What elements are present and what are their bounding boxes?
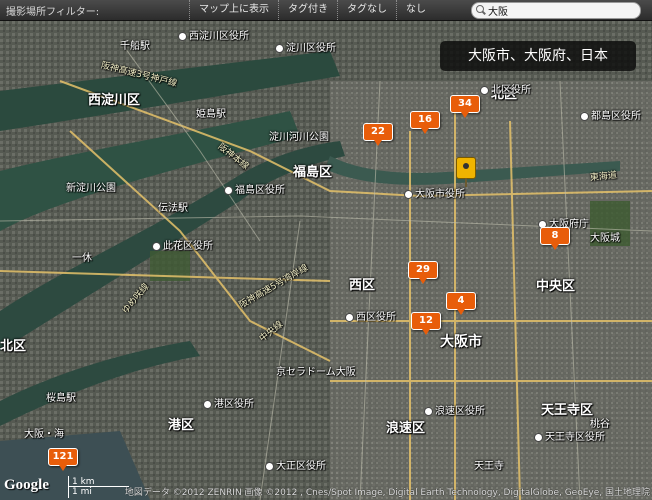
place-minato-ward: 港区	[168, 418, 195, 433]
search-box[interactable]	[471, 2, 641, 19]
place-denpo-station: 伝法駅	[158, 203, 188, 214]
place-minato-office: 港区役所	[203, 399, 254, 411]
place-chuo-ward: 中央区	[536, 279, 576, 294]
place-sakurajima-station: 桜島駅	[46, 393, 76, 404]
photo-marker[interactable]: 4	[446, 292, 476, 315]
place-nishiyodogawa-office: 西淀川区役所	[178, 31, 249, 43]
place-yodogawa-office: 淀川区役所	[275, 43, 336, 55]
place-ikkyu: 一休	[72, 253, 92, 264]
photo-marker[interactable]: 34	[450, 95, 480, 118]
place-nishi-office: 西区役所	[345, 312, 396, 324]
place-naniwa-ward: 浪速区	[386, 421, 426, 436]
photo-marker[interactable]: 12	[411, 312, 441, 335]
place-chifune-station: 千船駅	[120, 41, 150, 52]
map-copyright: 地図データ ©2012 ZENRIN 画像 ©2012 , Cnes/Spot …	[124, 488, 650, 498]
place-konohana-office: 此花区役所	[152, 241, 213, 253]
place-osaka-kai: 大阪・海	[24, 429, 64, 440]
photo-marker[interactable]: 22	[363, 123, 393, 146]
search-icon	[472, 3, 488, 18]
place-osaka-city-office: 大阪市役所	[404, 189, 465, 201]
place-shinyodo-park: 新淀川公園	[66, 183, 116, 194]
map-scale: 1 km 1 mi	[68, 476, 129, 498]
place-fukushima-office: 福島区役所	[224, 185, 285, 197]
place-yodogawa-river-park: 淀川河川公園	[269, 132, 329, 143]
place-kita-office: 北区役所	[480, 85, 531, 97]
place-tennoji-ward: 天王寺区	[541, 403, 594, 418]
place-himejima-station: 姫島駅	[196, 109, 226, 120]
location-label-box: 大阪市、大阪府、日本	[440, 41, 636, 71]
search-input[interactable]	[488, 5, 628, 16]
photo-marker[interactable]: 16	[410, 111, 440, 134]
place-nishi-ward: 西区	[349, 278, 376, 293]
place-miyakojima-office: 都島区役所	[580, 111, 641, 123]
place-osaka-city: 大阪市	[440, 334, 482, 350]
photo-location-filter-bar: 撮影場所フィルター: マップ上に表示 タグ付き タグなし なし	[0, 0, 652, 21]
filter-option-show-on-map[interactable]: マップ上に表示	[189, 0, 278, 20]
place-kyocera-dome: 京セラドーム大阪	[276, 367, 356, 378]
photo-marker[interactable]: 8	[540, 227, 570, 250]
place-kita-ward-left: 北区	[0, 339, 27, 354]
google-logo: Google	[4, 477, 49, 493]
place-momodani: 桃谷	[590, 419, 610, 430]
place-nishiyodogawa-ward: 西淀川区	[88, 93, 141, 108]
place-tennoji-station: 天王寺	[474, 461, 504, 472]
filter-label: 撮影場所フィルター:	[6, 6, 100, 18]
place-fukushima-ward: 福島区	[293, 165, 333, 180]
place-naniwa-office: 浪速区役所	[424, 406, 485, 418]
map-view[interactable]: 西淀川区 福島区 北区 西区 中央区 大阪市 港区 浪速区 天王寺区 北区 西淀…	[0, 21, 652, 500]
filter-option-none[interactable]: なし	[396, 0, 435, 20]
photo-marker[interactable]: 29	[408, 261, 438, 284]
place-taisho-office: 大正区役所	[265, 461, 326, 473]
photo-marker[interactable]: 121	[48, 448, 78, 471]
filter-option-tagged[interactable]: タグ付き	[278, 0, 337, 20]
filter-option-untagged[interactable]: タグなし	[337, 0, 396, 20]
selected-location-pin[interactable]	[456, 157, 476, 187]
place-tennoji-office: 天王寺区役所	[534, 432, 605, 444]
place-osaka-castle: 大阪城	[590, 233, 620, 244]
